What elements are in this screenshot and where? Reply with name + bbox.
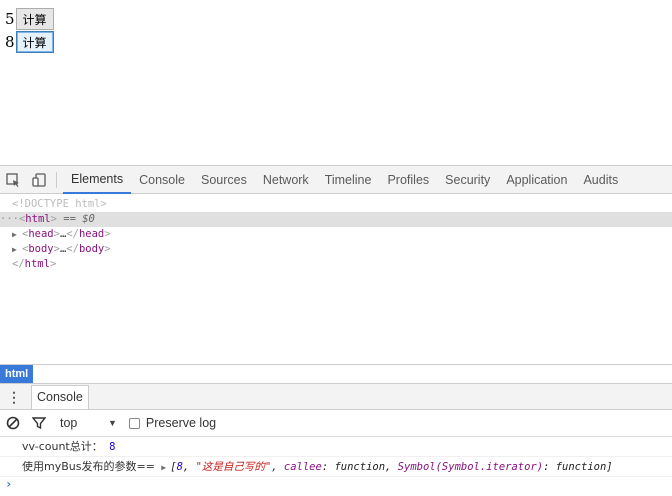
tab-profiles[interactable]: Profiles xyxy=(379,166,437,194)
breadcrumb: html xyxy=(0,364,672,383)
inspect-element-icon[interactable] xyxy=(0,166,26,194)
tag-name: body xyxy=(28,243,54,255)
tag-name: head xyxy=(78,228,105,240)
tag-name: html xyxy=(24,258,50,270)
console-message: 使用myBus发布的参数== ▶ [8, "这是自己写的", callee: fu… xyxy=(0,457,672,477)
tab-application[interactable]: Application xyxy=(498,166,575,194)
calc-row-2: 8 计算 xyxy=(5,31,54,53)
doctype-node[interactable]: <!DOCTYPE html> xyxy=(0,197,672,212)
tag-bracket: > xyxy=(104,228,111,240)
breadcrumb-html[interactable]: html xyxy=(0,365,34,383)
drawer-tab-console[interactable]: Console xyxy=(31,384,89,409)
context-selector[interactable]: top xyxy=(60,416,108,430)
separator: , xyxy=(271,461,284,473)
tag-bracket: </ xyxy=(66,243,79,255)
tag-name: body xyxy=(78,243,105,255)
html-node[interactable]: ···<html> == $0 xyxy=(0,212,672,227)
body-node[interactable]: ▶ <body>…</body> xyxy=(0,242,672,257)
tag-bracket: </ xyxy=(66,228,79,240)
tag-bracket: </ xyxy=(12,258,25,270)
preserve-log-checkbox[interactable] xyxy=(128,417,140,429)
expand-triangle-icon[interactable]: ▶ xyxy=(12,227,22,242)
tag-name: html xyxy=(25,213,51,225)
tag-bracket: > xyxy=(49,258,57,270)
console-message: vv-count总计： 8 xyxy=(0,437,672,457)
tab-console[interactable]: Console xyxy=(131,166,193,194)
page-preview: 5 计算 8 计算 xyxy=(0,0,672,165)
more-options-icon[interactable]: ⋮ xyxy=(0,390,28,404)
arg-key: Symbol(Symbol.iterator) xyxy=(397,461,544,473)
devtools-panel: Elements Console Sources Network Timelin… xyxy=(0,165,672,496)
arg-string: "这是自己写的" xyxy=(195,461,272,473)
filter-icon[interactable] xyxy=(26,416,52,430)
selection-dots: ··· xyxy=(0,213,19,225)
separator: , xyxy=(182,461,196,473)
calculate-button[interactable]: 计算 xyxy=(15,31,54,53)
tag-bracket: > xyxy=(104,243,111,255)
count-value: 5 xyxy=(5,10,15,28)
elements-tree: <!DOCTYPE html> ···<html> == $0 ▶ <head>…… xyxy=(0,194,672,364)
html-close-node[interactable]: </html> xyxy=(0,257,672,272)
calculate-button[interactable]: 计算 xyxy=(15,8,54,30)
selected-node-marker: == $0 xyxy=(63,213,95,225)
tab-elements[interactable]: Elements xyxy=(63,166,132,194)
message-value: 8 xyxy=(109,441,116,453)
doctype-text: <!DOCTYPE html> xyxy=(12,198,107,210)
count-value: 8 xyxy=(5,33,15,51)
divider xyxy=(56,171,57,188)
console-messages: vv-count总计： 8 使用myBus发布的参数== ▶ [8, "这是自己写… xyxy=(0,437,672,496)
tab-network[interactable]: Network xyxy=(255,166,317,194)
arg-value: : function] xyxy=(543,461,613,473)
tab-audits[interactable]: Audits xyxy=(575,166,626,194)
head-node[interactable]: ▶ <head>…</head> xyxy=(0,227,672,242)
expand-triangle-icon[interactable]: ▶ xyxy=(161,458,170,478)
device-toolbar-icon[interactable] xyxy=(26,166,52,194)
calc-row-1: 5 计算 xyxy=(5,8,54,30)
clear-console-icon[interactable] xyxy=(0,416,26,430)
tab-security[interactable]: Security xyxy=(437,166,498,194)
drawer-tabbar: ⋮ Console xyxy=(0,383,672,410)
tab-timeline[interactable]: Timeline xyxy=(317,166,380,194)
chevron-down-icon[interactable]: ▼ xyxy=(108,418,117,428)
arg-value: : function, xyxy=(321,461,398,473)
message-text: 使用myBus发布的参数== xyxy=(22,460,155,473)
tag-name: head xyxy=(28,228,54,240)
expand-triangle-icon[interactable]: ▶ xyxy=(12,242,22,257)
tag-bracket: > xyxy=(50,213,57,225)
tab-sources[interactable]: Sources xyxy=(193,166,255,194)
console-toolbar: top ▼ Preserve log xyxy=(0,410,672,437)
arguments-object[interactable]: [8, "这是自己写的", callee: function, Symbol(S… xyxy=(170,461,612,473)
console-prompt[interactable]: › xyxy=(0,477,672,493)
arg-key: callee xyxy=(283,461,322,473)
message-text: vv-count总计： xyxy=(22,440,103,453)
devtools-tabbar: Elements Console Sources Network Timelin… xyxy=(0,166,672,194)
preserve-log-label: Preserve log xyxy=(145,416,217,430)
